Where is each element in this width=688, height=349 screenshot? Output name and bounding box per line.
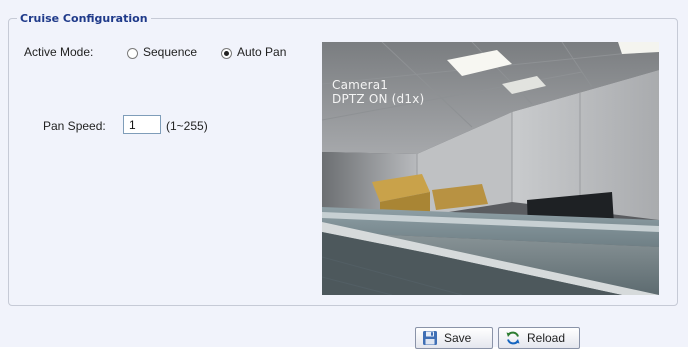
camera-preview: Camera1 DPTZ ON (d1x) (322, 42, 659, 295)
reload-button-label: Reload (527, 331, 566, 345)
dptz-status-overlay: DPTZ ON (d1x) (332, 92, 425, 106)
active-mode-label: Active Mode: (24, 45, 94, 59)
reload-icon (505, 330, 521, 346)
reload-button[interactable]: Reload (498, 327, 580, 349)
auto-pan-radio[interactable] (221, 48, 232, 59)
section-legend: Cruise Configuration (20, 12, 148, 25)
auto-pan-radio-label[interactable]: Auto Pan (237, 45, 286, 59)
sequence-radio[interactable] (127, 48, 138, 59)
save-button[interactable]: Save (415, 327, 493, 349)
pan-speed-label: Pan Speed: (43, 119, 106, 133)
save-disk-icon (422, 330, 438, 346)
pan-speed-input[interactable]: 1 (123, 115, 161, 134)
pan-speed-range-hint: (1~255) (166, 119, 208, 133)
cruise-configuration-page: Cruise Configuration Active Mode: Sequen… (0, 0, 688, 349)
sequence-radio-label[interactable]: Sequence (143, 45, 197, 59)
save-button-label: Save (444, 331, 472, 345)
camera-name-overlay: Camera1 (332, 78, 389, 92)
